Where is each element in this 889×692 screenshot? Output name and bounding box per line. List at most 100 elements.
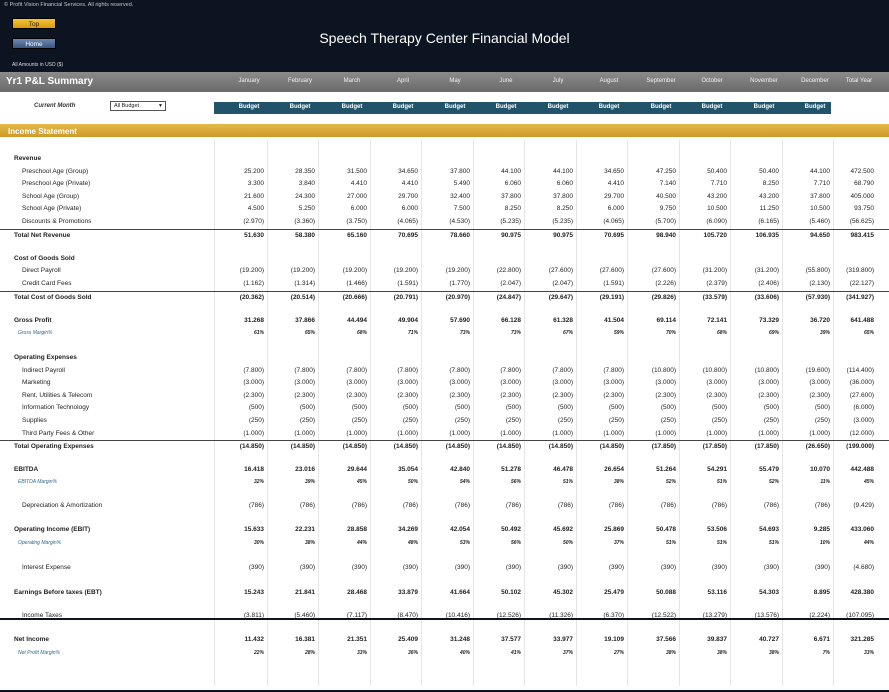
table-cell: (9.429): [853, 502, 874, 509]
table-row: Third Party Fees & Other (1.000) (1.000) (1…: [0, 428, 889, 439]
table-cell: 22.231: [295, 526, 315, 533]
table-cell: (56.625): [849, 218, 874, 225]
table-cell: (6.000): [853, 404, 874, 411]
table-cell: 36.720: [810, 317, 830, 324]
table-cell: 37%: [613, 540, 624, 546]
table-cell: 44.494: [347, 317, 367, 324]
table-cell: (4.530): [449, 218, 470, 225]
table-cell: 56%: [510, 479, 521, 485]
table-cell: 69.114: [656, 317, 676, 324]
table-row: Revenue: [0, 153, 889, 164]
table-cell: 54.291: [707, 466, 727, 473]
budget-header: Budget: [804, 104, 826, 110]
table-cell: (1.000): [294, 430, 315, 437]
table-cell: 51%: [716, 479, 727, 485]
table-cell: (27.600): [599, 267, 624, 274]
table-cell: (500): [711, 404, 727, 411]
table-cell: 50.400: [707, 168, 727, 175]
table-cell: (2.047): [552, 280, 573, 287]
table-cell: 43.200: [759, 193, 779, 200]
table-cell: (390): [351, 564, 367, 571]
row-label: Preschool Age (Group): [22, 168, 89, 175]
table-cell: (250): [660, 417, 676, 424]
table-cell: (2.300): [706, 392, 727, 399]
table-cell: 37%: [562, 650, 573, 656]
table-cell: 38%: [716, 650, 727, 656]
table-cell: 41.664: [450, 589, 470, 596]
table-cell: 28.468: [347, 589, 367, 596]
table-cell: 8.250: [762, 180, 779, 187]
table-cell: 428.380: [850, 589, 875, 596]
table-cell: 38%: [304, 540, 315, 546]
table-cell: 49.904: [398, 317, 418, 324]
bottom-edge: [0, 618, 889, 620]
table-cell: 9.750: [659, 205, 676, 212]
table-cell: (786): [351, 502, 367, 509]
table-cell: (2.300): [809, 392, 830, 399]
table-cell: 22%: [253, 650, 264, 656]
table-cell: 47.250: [656, 168, 676, 175]
table-row: Net Income 11.432 16.381 21.351 25.409 31.248…: [0, 634, 889, 645]
table-cell: (390): [557, 564, 573, 571]
table-cell: 9.285: [813, 526, 830, 533]
table-cell: (390): [505, 564, 521, 571]
table-cell: 37.566: [656, 636, 676, 643]
table-cell: 7.710: [813, 180, 830, 187]
table-cell: 37.800: [810, 193, 830, 200]
table-cell: (1.466): [346, 280, 367, 287]
table-cell: (2.300): [603, 392, 624, 399]
table-cell: 42.840: [450, 466, 470, 473]
table-cell: (12.000): [849, 430, 874, 437]
table-cell: 25.200: [244, 168, 264, 175]
current-month-dropdown[interactable]: All Budget ▼: [110, 101, 166, 111]
table-cell: (1.000): [397, 430, 418, 437]
table-cell: 37.866: [295, 317, 315, 324]
table-cell: 5.250: [298, 205, 315, 212]
table-cell: (250): [454, 417, 470, 424]
table-cell: (22.800): [496, 267, 521, 274]
table-cell: (5.700): [655, 218, 676, 225]
table-cell: (3.750): [346, 218, 367, 225]
table-cell: (3.000): [809, 379, 830, 386]
table-cell: (1.162): [243, 280, 264, 287]
row-label: Operating Expenses: [14, 354, 77, 361]
row-label: Marketing: [22, 379, 51, 386]
table-row: EBITDA 16.418 23.016 29.644 35.054 42.840 51.2…: [0, 464, 889, 475]
budget-header: Budget: [341, 104, 363, 110]
table-row: Direct Payroll (19.200) (19.200) (19.200) (1…: [0, 265, 889, 276]
budget-header: Budget: [238, 104, 260, 110]
table-cell: (29.647): [548, 294, 573, 301]
table-cell: (786): [608, 502, 624, 509]
budget-header: Budget: [289, 104, 311, 110]
budget-header: Budget: [547, 104, 569, 110]
table-cell: (14.850): [548, 443, 573, 450]
dropdown-value: All Budget: [114, 103, 140, 109]
table-cell: 4.410: [607, 180, 624, 187]
table-cell: 10.070: [810, 466, 830, 473]
table-cell: (390): [763, 564, 779, 571]
table-cell: (1.000): [449, 430, 470, 437]
table-cell: (7.800): [552, 367, 573, 374]
table-cell: 34.650: [604, 168, 624, 175]
table-cell: 25.409: [398, 636, 418, 643]
table-cell: 983.415: [850, 232, 875, 239]
table-cell: (1.000): [758, 430, 779, 437]
current-month-label: Current Month: [34, 103, 76, 109]
table-cell: (7.800): [603, 367, 624, 374]
table-cell: 36%: [407, 650, 418, 656]
table-cell: 40.500: [656, 193, 676, 200]
row-label: Operating Margin%: [18, 540, 62, 546]
table-cell: 28.350: [295, 168, 315, 175]
row-label: Gross Margin%: [18, 330, 53, 336]
row-label: Cost of Goods Sold: [14, 255, 75, 262]
table-cell: 43.200: [707, 193, 727, 200]
table-cell: (250): [351, 417, 367, 424]
table-cell: 7.710: [710, 180, 727, 187]
table-cell: 51%: [768, 540, 779, 546]
table-cell: (20.970): [445, 294, 470, 301]
table-cell: 45.692: [553, 526, 573, 533]
table-cell: 30%: [253, 540, 264, 546]
table-cell: 44.100: [553, 168, 573, 175]
top-button[interactable]: Top: [12, 18, 56, 29]
row-label: EBITDA Margin%: [18, 479, 57, 485]
